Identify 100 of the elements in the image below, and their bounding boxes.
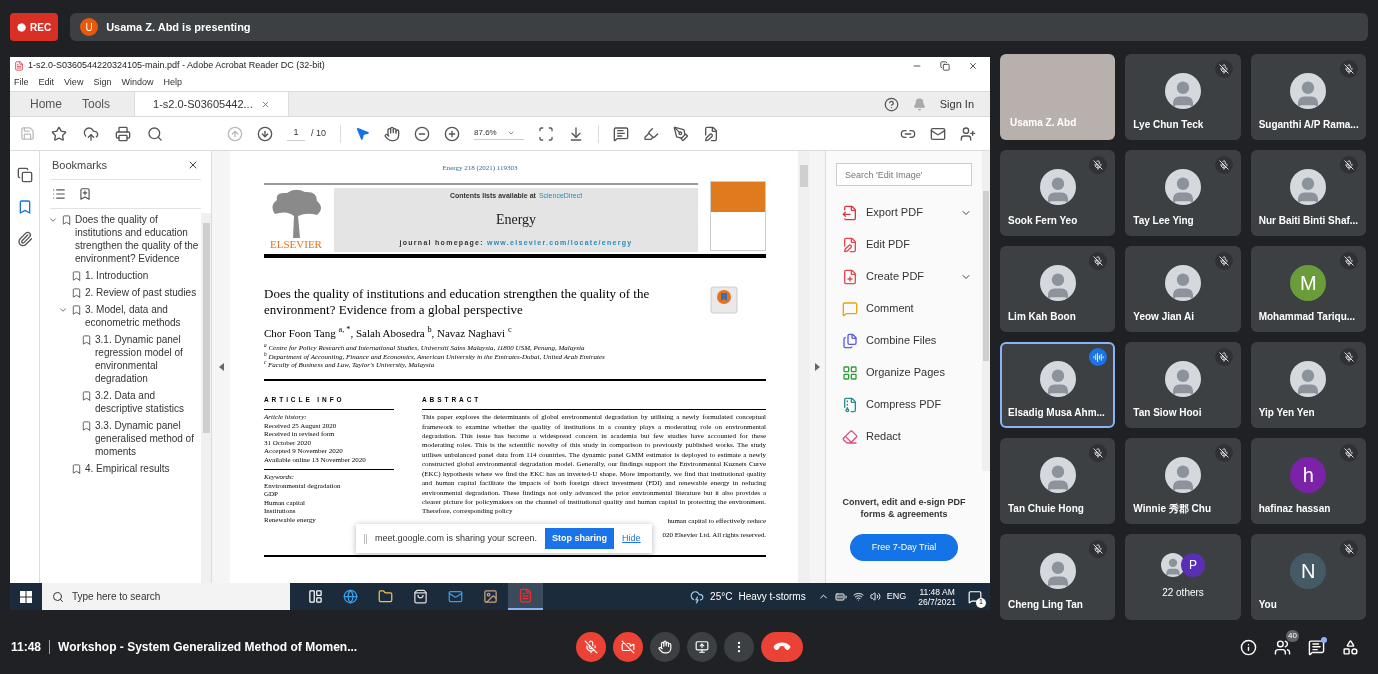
close-icon[interactable] [187,159,199,171]
bookmark-item[interactable]: 2. Review of past studies [85,286,197,299]
expand-chevron-icon[interactable] [58,305,68,315]
scrollbar[interactable] [982,151,990,471]
search-field[interactable]: Type here to search [72,589,280,604]
taskbar-search-box[interactable]: Type here to search [42,583,290,610]
participant-tile[interactable]: h hafinaz hassan [1250,438,1366,524]
bookmark-item[interactable]: 3. Model, data and econometric methods [85,303,199,329]
participant-tile[interactable]: Suganthi A/P Rama... [1250,54,1366,140]
star-icon[interactable] [51,125,67,142]
next-page-icon[interactable] [257,125,273,142]
end-call-button[interactable] [760,632,803,662]
wifi-icon[interactable] [852,591,864,602]
bookmark-item[interactable]: 3.1. Dynamic panel regression model of environmental degradation [95,333,199,385]
present-button[interactable] [686,632,717,662]
sign-in-button[interactable]: Sign In [939,95,974,113]
hand-button[interactable] [649,632,680,662]
tab[interactable]: Home [20,92,72,116]
tool-item[interactable]: Edit PDF [842,236,972,253]
info-icon[interactable] [1240,638,1257,656]
participant-tile[interactable]: Sook Fern Yeo [1000,150,1116,236]
search-icon[interactable] [52,590,64,603]
fit-page-icon[interactable] [538,125,554,142]
language-indicator[interactable]: ENG [886,589,907,604]
menu-item[interactable]: View [64,76,84,90]
fill-sign-icon[interactable] [703,125,719,142]
hide-link[interactable]: Hide [622,531,641,546]
add-user-icon[interactable] [960,125,976,142]
new-bookmark-icon[interactable] [78,187,92,201]
scrollbar[interactable] [798,151,810,583]
search-field[interactable]: Search 'Edit Image' [836,163,972,186]
bookmark-item[interactable]: Does the quality of institutions and education strengthen the quality of the environment? Evidence [75,213,199,265]
trial-button[interactable]: Free 7-Day Trial [850,534,958,561]
print-icon[interactable] [115,125,131,142]
photo-app-icon[interactable] [483,589,498,604]
recording-button[interactable]: REC [10,13,59,41]
select-tool-icon[interactable] [355,126,370,141]
participant-tile[interactable]: Tan Chuie Hong [1000,438,1116,524]
participant-tile[interactable]: Nur Baiti Binti Shaf... [1250,150,1366,236]
sign-icon[interactable] [673,125,689,142]
highlight-icon[interactable] [643,125,659,142]
email-icon[interactable] [930,125,946,142]
camera-button[interactable] [612,632,643,662]
participant-tile[interactable]: M Mohammad Tariqu... [1250,246,1366,332]
menu-item[interactable]: File [14,76,29,90]
tool-item[interactable]: Create PDF [842,268,972,285]
participant-tile[interactable]: Yip Yen Yen [1250,342,1366,428]
zoom-in-icon[interactable] [444,125,460,142]
check-updates-icon[interactable] [710,285,738,314]
tool-item[interactable]: Export PDF [842,204,972,221]
bookmark-item[interactable]: 3.2. Data and descriptive statistics [95,389,199,415]
hand-tool-icon[interactable] [384,125,400,142]
store-icon[interactable] [413,589,428,604]
close-icon[interactable] [968,61,978,71]
caret-icon[interactable] [506,129,515,137]
zoom-field[interactable]: 87.6% [474,127,524,140]
participant-tile[interactable]: Tan Siow Hooi [1125,342,1241,428]
expand-arrow-icon[interactable] [815,363,820,371]
tool-item[interactable]: Redact [842,428,972,445]
comment-icon[interactable] [613,125,629,142]
attachment-icon[interactable] [16,231,33,247]
menu-item[interactable]: Window [121,76,154,90]
bookmark-item[interactable]: 3.3. Dynamic panel generalised method of moments [95,419,199,458]
browser-icon[interactable] [343,589,358,604]
bookmark-item[interactable]: 1. Introduction [85,269,149,282]
help-icon[interactable] [883,96,899,112]
task-view-icon[interactable] [308,589,323,604]
close-tab-icon[interactable] [260,99,270,109]
menu-item[interactable]: Sign [93,76,112,90]
stop-sharing-button[interactable]: Stop sharing [545,528,615,549]
expand-chevron-icon[interactable] [48,215,58,225]
volume-icon[interactable] [869,591,881,602]
battery-icon[interactable] [834,590,847,603]
participant-tile[interactable]: Yeow Jian Ai [1125,246,1241,332]
participant-tile[interactable]: N You [1250,534,1366,620]
tool-item[interactable]: Comment [842,300,972,317]
participant-tile[interactable]: Lim Kah Boon [1000,246,1116,332]
participant-tile[interactable]: Elsadig Musa Ahm... [1000,342,1116,428]
upload-icon[interactable] [83,125,99,142]
participant-tile[interactable]: Cheng Ling Tan [1000,534,1116,620]
tool-item[interactable]: Combine Files [842,332,972,349]
bookmark-item[interactable]: 4. Empirical results [85,462,170,475]
windows-start-icon[interactable] [20,590,32,603]
menu-item[interactable]: Edit [38,76,55,90]
scroll-mode-icon[interactable] [568,125,584,142]
search-icon[interactable] [147,125,163,142]
options-icon[interactable] [52,187,66,201]
scrollbar[interactable] [201,213,211,583]
tool-item[interactable]: Organize Pages [842,364,972,381]
tool-item[interactable]: Compress PDF [842,396,972,413]
participant-tile[interactable]: Lye Chun Teck [1125,54,1241,140]
folder-icon[interactable] [378,589,393,604]
mic-button[interactable] [575,632,606,662]
tab[interactable]: Tools [72,92,121,116]
activities-icon[interactable] [1342,638,1359,656]
participant-tile[interactable]: Tay Lee Ying [1125,150,1241,236]
menu-item[interactable]: Help [163,76,182,90]
mail-icon[interactable] [448,589,463,604]
zoom-out-icon[interactable] [414,125,430,142]
collapse-arrow-icon[interactable] [218,363,224,371]
